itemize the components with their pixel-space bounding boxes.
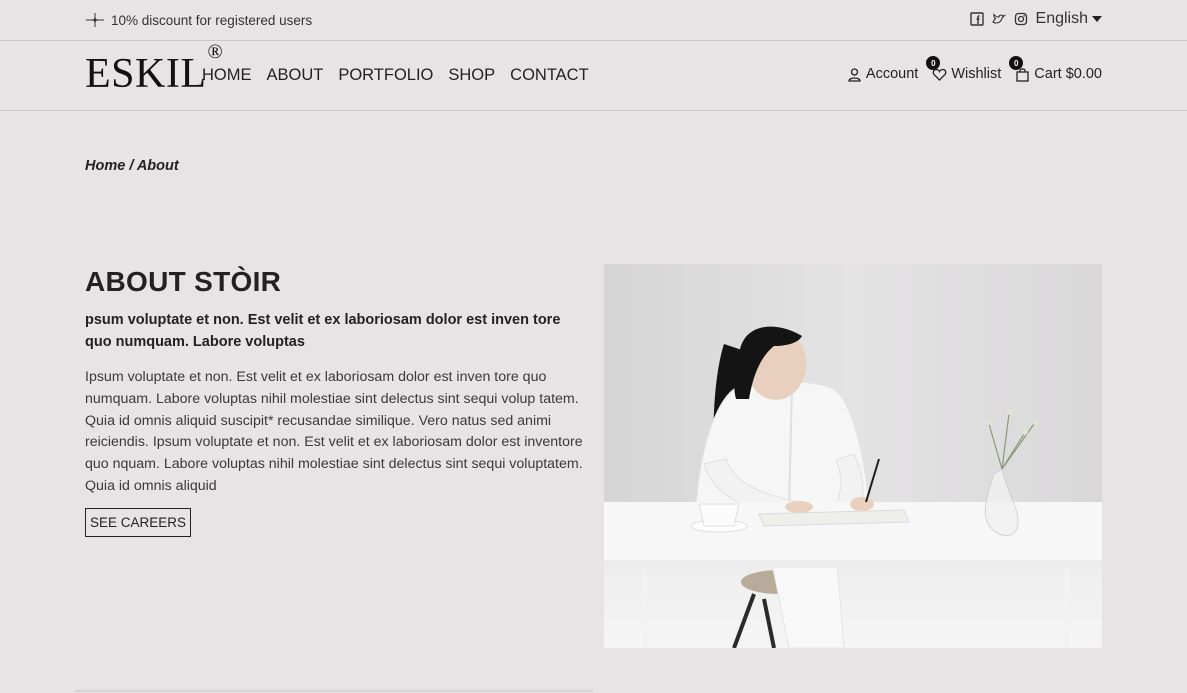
menu-item-contact[interactable]: CONTACT <box>510 66 589 85</box>
promo-banner: 10% discount for registered users <box>85 11 312 29</box>
main-menu: HOME ABOUT PORTFOLIO SHOP CONTACT <box>202 66 589 85</box>
logo-text: ESKIL <box>85 51 207 97</box>
cart-label: Cart $0.00 <box>1034 66 1102 82</box>
about-photo <box>604 264 1102 648</box>
language-label: English <box>1035 10 1088 27</box>
section-divider <box>75 690 593 692</box>
caret-down-icon <box>1092 16 1102 22</box>
main-header: ESKIL® HOME ABOUT PORTFOLIO SHOP CONTACT… <box>0 41 1187 111</box>
account-label: Account <box>865 66 919 82</box>
wishlist-label: Wishlist <box>951 66 1002 82</box>
account-link[interactable]: Account <box>847 66 918 82</box>
woman-at-desk-illustration <box>604 264 1102 648</box>
wishlist-link[interactable]: 0 Wishlist <box>926 56 1002 82</box>
about-lead-text: psum voluptate et non. Est velit et ex l… <box>85 312 561 350</box>
instagram-icon[interactable] <box>1014 12 1028 26</box>
menu-item-home[interactable]: HOME <box>202 66 252 85</box>
cart-link[interactable]: 0 Cart $0.00 <box>1009 56 1102 82</box>
top-bar: 10% discount for registered users Englis… <box>0 0 1187 41</box>
twitter-icon[interactable] <box>991 12 1006 26</box>
menu-item-about[interactable]: ABOUT <box>267 66 324 85</box>
registered-mark: ® <box>207 41 224 63</box>
about-body-text: Ipsum voluptate et non. Est velit et ex … <box>85 369 583 494</box>
breadcrumb[interactable]: Home / About <box>85 158 179 174</box>
promo-text: 10% discount for registered users <box>111 12 313 28</box>
see-careers-button[interactable]: SEE CAREERS <box>85 508 192 537</box>
menu-item-portfolio[interactable]: PORTFOLIO <box>338 66 433 85</box>
page-title: ABOUT STÒIR <box>85 266 282 297</box>
language-selector[interactable]: English <box>1036 10 1102 28</box>
user-icon <box>848 67 861 82</box>
facebook-icon[interactable] <box>969 12 984 26</box>
sparkle-icon <box>86 13 104 27</box>
menu-item-shop[interactable]: SHOP <box>448 66 495 85</box>
